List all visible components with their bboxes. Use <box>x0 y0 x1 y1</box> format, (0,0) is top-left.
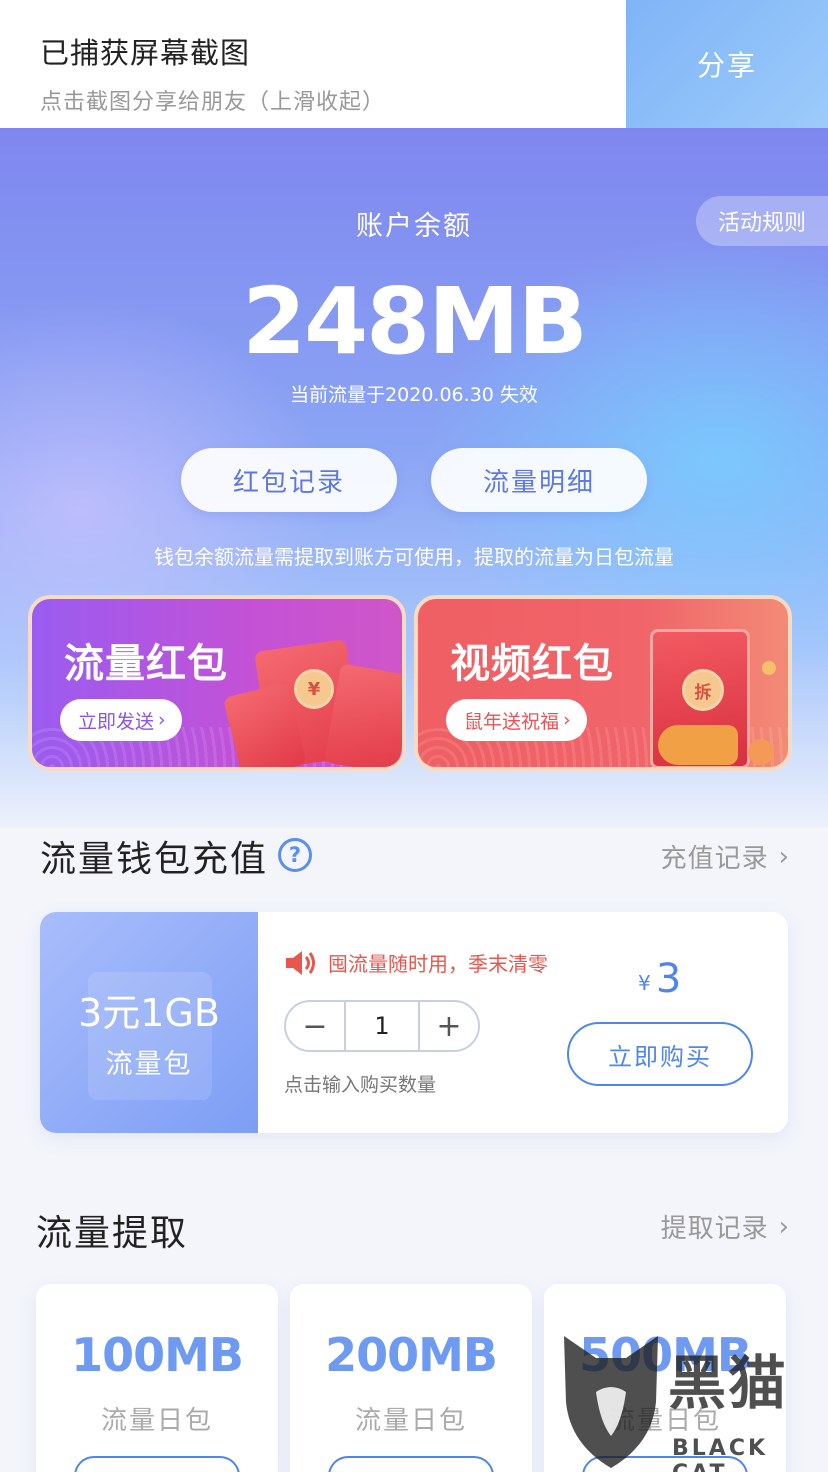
extract-hint: 钱包余额流量需提取到账方可使用，提取的流量为日包流量 <box>154 545 674 569</box>
video-red-packet-card[interactable]: 视频红包 鼠年送祝福 › 拆 <box>414 595 792 771</box>
chevron-right-icon: › <box>778 841 790 872</box>
new-year-wish-button[interactable]: 鼠年送祝福 › <box>446 699 587 741</box>
extract-section-title: 流量提取 <box>36 1213 189 1254</box>
video-red-packet-title: 视频红包 <box>450 641 614 687</box>
screenshot-title: 已捕获屏幕截图 <box>40 36 251 70</box>
flow-red-packet-card[interactable]: 流量红包 立即发送 › ¥ <box>28 595 406 771</box>
send-now-label: 立即发送 <box>78 710 155 733</box>
extract-size: 100MB <box>71 1328 244 1382</box>
extract-option-card[interactable]: 100MB 流量日包 <box>36 1284 278 1472</box>
balance-value: 248MB <box>242 268 588 375</box>
send-now-button[interactable]: 立即发送 › <box>60 699 182 741</box>
minus-button[interactable]: − <box>286 1002 344 1050</box>
notice-text: 囤流量随时用，季末清零 <box>328 952 548 976</box>
recharge-record-link[interactable]: 充值记录 › <box>661 838 790 875</box>
extract-option-card[interactable]: 500MB 流量日包 <box>544 1284 786 1472</box>
package-size: 3元1GB <box>78 991 220 1035</box>
quantity-hint: 点击输入购买数量 <box>284 1074 437 1096</box>
price: ¥ 3 <box>638 956 681 1002</box>
koi-fish-icon <box>658 725 738 765</box>
balance-hero: 活动规则 账户余额 248MB 当前流量于2020.06.30 失效 红包记录 … <box>0 128 828 828</box>
extract-record-link[interactable]: 提取记录 › <box>661 1208 790 1245</box>
share-button[interactable]: 分享 <box>626 0 828 128</box>
recharge-card: 3元1GB 流量包 囤流量随时用，季末清零 − 1 + 点击输入购买数量 ¥ 3… <box>40 912 788 1133</box>
open-seal-icon: 拆 <box>682 669 724 711</box>
extract-button[interactable] <box>74 1456 240 1472</box>
expire-text: 当前流量于2020.06.30 失效 <box>290 384 538 406</box>
extract-name: 流量日包 <box>100 1406 213 1436</box>
extract-button[interactable] <box>328 1456 494 1472</box>
flow-detail-button[interactable]: 流量明细 <box>431 448 647 512</box>
recharge-record-label: 充值记录 <box>660 844 769 874</box>
chevron-right-icon: › <box>778 1211 790 1242</box>
recharge-section-title: 流量钱包充值 <box>40 839 269 880</box>
extract-size: 500MB <box>579 1328 752 1382</box>
price-symbol: ¥ <box>638 971 651 995</box>
package-name: 流量包 <box>105 1049 193 1080</box>
screenshot-notification-text[interactable]: 已捕获屏幕截图 点击截图分享给朋友（上滑收起） <box>0 0 626 128</box>
extract-size: 200MB <box>325 1328 498 1382</box>
extract-name: 流量日包 <box>608 1406 721 1436</box>
chevron-right-icon: › <box>563 709 571 731</box>
buy-now-button[interactable]: 立即购买 <box>567 1022 753 1086</box>
quantity-stepper[interactable]: − 1 + <box>284 1000 480 1052</box>
notice: 囤流量随时用，季末清零 <box>284 948 548 977</box>
chevron-right-icon: › <box>158 709 166 731</box>
yuan-seal-icon: ¥ <box>294 669 334 709</box>
extract-option-card[interactable]: 200MB 流量日包 <box>290 1284 532 1472</box>
plus-button[interactable]: + <box>420 1002 478 1050</box>
new-year-wish-label: 鼠年送祝福 <box>464 710 560 733</box>
extract-name: 流量日包 <box>354 1406 467 1436</box>
extract-button[interactable] <box>582 1456 748 1472</box>
balance-label: 账户余额 <box>356 211 472 242</box>
extract-record-label: 提取记录 <box>660 1214 769 1244</box>
screenshot-subtitle: 点击截图分享给朋友（上滑收起） <box>40 90 386 115</box>
help-icon[interactable]: ? <box>278 838 312 872</box>
package-badge: 3元1GB 流量包 <box>40 912 258 1133</box>
quantity-input[interactable]: 1 <box>344 1002 420 1050</box>
flow-red-packet-title: 流量红包 <box>64 641 228 687</box>
speaker-icon <box>286 950 315 975</box>
screenshot-notification[interactable]: 已捕获屏幕截图 点击截图分享给朋友（上滑收起） 分享 <box>0 0 828 128</box>
price-value: 3 <box>655 956 682 1002</box>
red-packet-record-button[interactable]: 红包记录 <box>181 448 397 512</box>
